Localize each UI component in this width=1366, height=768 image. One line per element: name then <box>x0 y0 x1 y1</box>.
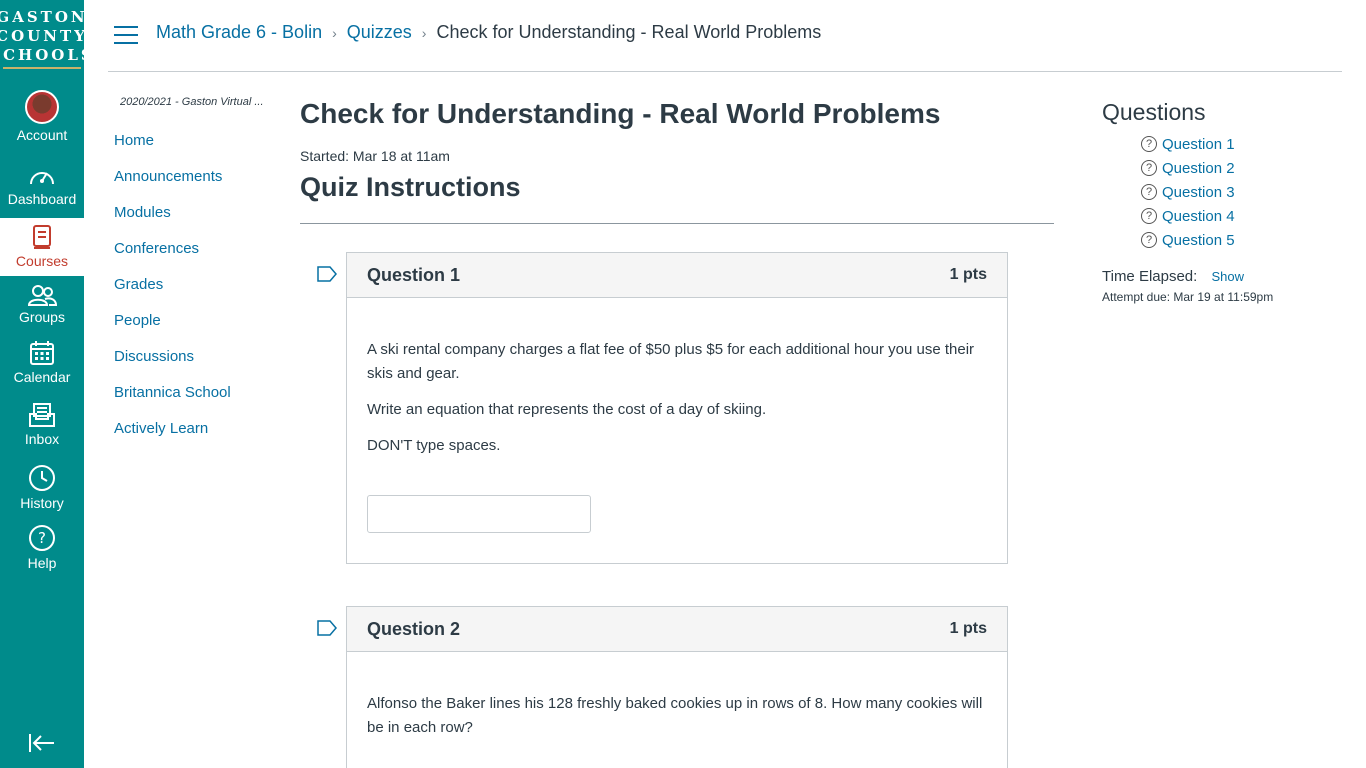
header: Math Grade 6 - Bolin › Quizzes › Check f… <box>84 0 1366 72</box>
instructions-divider <box>300 223 1054 224</box>
question-link-item: ? Question 4 <box>1141 204 1235 228</box>
question-link[interactable]: Question 2 <box>1162 160 1235 177</box>
course-nav-home[interactable]: Home <box>114 130 231 166</box>
unanswered-question-icon: ? <box>1141 160 1157 176</box>
flag-question-icon[interactable] <box>317 266 337 282</box>
course-nav: Home Announcements Modules Conferences G… <box>114 130 231 454</box>
unanswered-question-icon: ? <box>1141 136 1157 152</box>
nav-help-label: Help <box>27 555 57 571</box>
question-points: 1 pts <box>949 620 987 637</box>
nav-dashboard[interactable]: Dashboard <box>0 164 84 216</box>
question-text: A ski rental company charges a flat fee … <box>367 341 975 382</box>
started-time: Started: Mar 18 at 11am <box>300 148 450 164</box>
nav-courses[interactable]: Courses <box>0 218 84 276</box>
nav-account[interactable]: Account <box>0 90 84 152</box>
course-nav-actively-learn[interactable]: Actively Learn <box>114 418 231 454</box>
logo-line-2: COUNTY <box>0 26 88 45</box>
question-link[interactable]: Question 4 <box>1162 208 1235 225</box>
breadcrumb-quizzes[interactable]: Quizzes <box>347 22 412 43</box>
logo-underline <box>3 66 81 69</box>
calendar-icon <box>30 341 54 365</box>
nav-history[interactable]: History <box>0 464 84 520</box>
question-link-item: ? Question 1 <box>1141 132 1235 156</box>
nav-inbox-label: Inbox <box>24 431 60 447</box>
unanswered-question-icon: ? <box>1141 184 1157 200</box>
logo-line-3: SCHOOLS <box>0 45 95 64</box>
unanswered-question-icon: ? <box>1141 208 1157 224</box>
question-header: Question 1 1 pts <box>347 253 1007 298</box>
course-nav-conferences[interactable]: Conferences <box>114 238 231 274</box>
nav-calendar-label: Calendar <box>13 369 71 385</box>
courses-icon <box>33 225 51 249</box>
question-points: 1 pts <box>949 266 987 283</box>
global-nav: GASTON COUNTY SCHOOLS Account Dashboard … <box>0 0 92 768</box>
question-link-item: ? Question 3 <box>1141 180 1235 204</box>
gaston-county-schools-logo[interactable]: GASTON COUNTY SCHOOLS <box>0 0 92 76</box>
hamburger-menu-icon[interactable] <box>114 26 138 46</box>
question-link[interactable]: Question 1 <box>1162 136 1235 153</box>
question-name: Question 2 <box>367 618 461 639</box>
question-link[interactable]: Question 5 <box>1162 232 1235 249</box>
quiz-instructions-heading: Quiz Instructions <box>300 172 521 202</box>
help-icon: ? <box>29 525 55 551</box>
breadcrumb-course[interactable]: Math Grade 6 - Bolin <box>156 22 322 43</box>
question-card: Question 1 1 pts A ski rental company ch… <box>346 252 1008 564</box>
breadcrumb: Math Grade 6 - Bolin › Quizzes › Check f… <box>156 22 821 43</box>
nav-groups-label: Groups <box>19 309 65 325</box>
question-body: Alfonso the Baker lines his 128 freshly … <box>347 652 1007 740</box>
avatar <box>25 90 59 124</box>
attempt-due: Attempt due: Mar 19 at 11:59pm <box>1102 290 1274 304</box>
question-link-item: ? Question 2 <box>1141 156 1235 180</box>
nav-inbox[interactable]: Inbox <box>0 402 84 458</box>
time-elapsed-label: Time Elapsed: <box>1102 268 1198 285</box>
collapse-nav-icon[interactable] <box>28 732 56 754</box>
course-nav-britannica-school[interactable]: Britannica School <box>114 382 231 418</box>
unanswered-question-icon: ? <box>1141 232 1157 248</box>
nav-dashboard-label: Dashboard <box>7 191 77 207</box>
nav-history-label: History <box>20 495 64 511</box>
page-title: Check for Understanding - Real World Pro… <box>300 98 941 129</box>
breadcrumb-current: Check for Understanding - Real World Pro… <box>436 22 822 42</box>
term-label: 2020/2021 - Gaston Virtual ... <box>120 96 264 108</box>
chevron-right-icon: › <box>421 24 427 41</box>
question-card: Question 2 1 pts Alfonso the Baker lines… <box>346 606 1008 768</box>
groups-icon <box>27 285 57 306</box>
nav-calendar[interactable]: Calendar <box>0 340 84 396</box>
course-nav-announcements[interactable]: Announcements <box>114 166 231 202</box>
time-elapsed: Time Elapsed: Show <box>1102 268 1244 285</box>
svg-text:?: ? <box>38 529 46 547</box>
chevron-right-icon: › <box>332 24 337 41</box>
course-nav-modules[interactable]: Modules <box>114 202 231 238</box>
nav-courses-label: Courses <box>15 253 69 269</box>
nav-account-label: Account <box>16 127 68 143</box>
header-divider <box>108 71 1342 72</box>
question-body: A ski rental company charges a flat fee … <box>347 298 1007 533</box>
question-text: Write an equation that represents the co… <box>367 401 767 418</box>
question-text: DON'T type spaces. <box>367 437 501 454</box>
dashboard-icon <box>30 172 54 185</box>
course-nav-grades[interactable]: Grades <box>114 274 231 310</box>
show-timer-link[interactable]: Show <box>1212 269 1245 284</box>
history-icon <box>29 465 55 491</box>
answer-input[interactable] <box>367 495 591 533</box>
course-nav-discussions[interactable]: Discussions <box>114 346 231 382</box>
nav-help[interactable]: ? Help <box>0 524 84 580</box>
question-link[interactable]: Question 3 <box>1162 184 1235 201</box>
question-text: Alfonso the Baker lines his 128 freshly … <box>367 695 983 736</box>
flag-question-icon[interactable] <box>317 620 337 636</box>
question-header: Question 2 1 pts <box>347 607 1007 652</box>
questions-sidebar-title: Questions <box>1102 99 1206 125</box>
questions-list: ? Question 1 ? Question 2 ? Question 3 ?… <box>1141 132 1235 252</box>
question-name: Question 1 <box>367 264 461 285</box>
question-link-item: ? Question 5 <box>1141 228 1235 252</box>
nav-groups[interactable]: Groups <box>0 284 84 336</box>
inbox-icon <box>29 403 55 427</box>
logo-line-1: GASTON <box>0 7 88 26</box>
course-nav-people[interactable]: People <box>114 310 231 346</box>
